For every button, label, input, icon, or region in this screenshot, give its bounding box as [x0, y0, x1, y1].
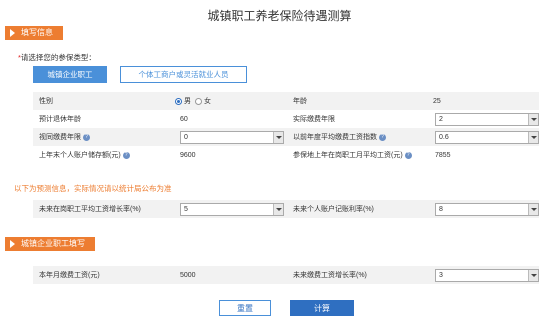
- account-balance-label-wrap: 上年末个人账户储存额(元)?: [39, 146, 130, 164]
- month-wage-label: 本年月缴费工资(元): [39, 272, 100, 279]
- actual-years-label: 实际缴费年限: [293, 116, 335, 123]
- avg-index-select[interactable]: 0.6: [435, 130, 539, 144]
- chevron-down-icon: [528, 131, 538, 143]
- wage-increase-select[interactable]: 3: [435, 268, 539, 282]
- form-row-enterprise: 本年月缴费工资(元) 5000 未来缴费工资增长率(%) 3: [33, 266, 539, 284]
- gender-radio-male[interactable]: [175, 97, 182, 105]
- chevron-down-icon: [528, 203, 538, 215]
- wage-increase-value: 3: [439, 271, 443, 279]
- insurance-type-option-enterprise[interactable]: 城镇企业职工: [33, 66, 107, 83]
- interest-rate-label: 未来个人账户记账利率(%): [293, 206, 374, 213]
- age-value[interactable]: 25: [433, 92, 441, 110]
- question-circle-icon[interactable]: ?: [404, 151, 412, 159]
- local-wage-label-wrap: 参保地上年在岗职工月平均工资(元)?: [293, 146, 412, 164]
- section-header-basic: 填写信息: [5, 26, 63, 40]
- gender-radio-group: 男 女: [175, 92, 211, 110]
- local-wage-label: 参保地上年在岗职工月平均工资(元): [293, 152, 403, 159]
- chevron-down-icon: [273, 131, 283, 143]
- interest-rate-select[interactable]: 8: [435, 202, 539, 216]
- insurance-type-prompt-text: 请选择您的参保类型：: [20, 53, 96, 62]
- retire-age-label: 预计退休年龄: [39, 116, 81, 123]
- calculate-button[interactable]: 计算: [290, 300, 354, 316]
- form-row-deemed-index: 视同缴费年限? 0 以前年度平均缴费工资指数? 0.6: [33, 128, 539, 146]
- month-wage-value[interactable]: 5000: [180, 266, 196, 284]
- avg-index-label: 以前年度平均缴费工资指数: [293, 134, 377, 141]
- chevron-down-icon: [528, 269, 538, 281]
- wage-increase-label: 未来缴费工资增长率(%): [293, 272, 367, 279]
- actual-years-value: 2: [439, 115, 443, 123]
- wage-growth-value: 5: [184, 205, 188, 213]
- account-balance-value[interactable]: 9600: [180, 146, 196, 164]
- deemed-years-value: 0: [184, 133, 188, 141]
- retire-age-value[interactable]: 60: [180, 110, 188, 128]
- gender-radio-female[interactable]: [195, 97, 202, 105]
- reset-button[interactable]: 重置: [219, 300, 271, 316]
- wage-growth-label: 未来在岗职工平均工资增长率(%): [39, 206, 141, 213]
- form-row-retire-actual: 预计退休年龄 60 实际缴费年限 2: [33, 110, 539, 128]
- account-balance-label: 上年末个人账户储存额(元): [39, 152, 121, 159]
- section-label-basic: 填写信息: [21, 28, 53, 37]
- forecast-notice: 以下为预测信息，实际情况请以统计局公布为准: [14, 184, 172, 193]
- gender-label: 性别: [39, 98, 53, 105]
- insurance-type-option-self-employed[interactable]: 个体工商户或灵活就业人员: [120, 66, 247, 83]
- gender-female-label: 女: [204, 98, 211, 105]
- deemed-years-label-wrap: 视同缴费年限?: [39, 128, 90, 146]
- wage-growth-select[interactable]: 5: [180, 202, 284, 216]
- form-row-forecast: 未来在岗职工平均工资增长率(%) 5 未来个人账户记账利率(%) 8: [33, 200, 539, 218]
- actual-years-select[interactable]: 2: [435, 112, 539, 126]
- deemed-years-label: 视同缴费年限: [39, 134, 81, 141]
- section-label-enterprise: 城镇企业职工填写: [21, 239, 85, 248]
- question-circle-icon[interactable]: ?: [122, 151, 130, 159]
- section-header-enterprise: 城镇企业职工填写: [5, 237, 95, 251]
- question-circle-icon[interactable]: ?: [379, 133, 386, 141]
- interest-rate-value: 8: [439, 205, 443, 213]
- gender-male-label: 男: [184, 98, 191, 105]
- question-circle-icon[interactable]: ?: [83, 133, 90, 141]
- page-title: 城镇职工养老保险待遇测算: [207, 9, 352, 23]
- local-wage-value[interactable]: 7855: [435, 146, 451, 164]
- chevron-down-icon: [528, 113, 538, 125]
- form-row-balance-wage: 上年末个人账户储存额(元)? 9600 参保地上年在岗职工月平均工资(元)? 7…: [33, 146, 539, 164]
- avg-index-label-wrap: 以前年度平均缴费工资指数?: [293, 128, 386, 146]
- form-row-gender-age: 性别 男 女 年龄 25: [33, 92, 539, 110]
- chevron-down-icon: [273, 203, 283, 215]
- insurance-type-prompt: *请选择您的参保类型：: [18, 52, 96, 63]
- age-label: 年龄: [293, 98, 307, 105]
- avg-index-value: 0.6: [439, 133, 449, 141]
- deemed-years-select[interactable]: 0: [180, 130, 284, 144]
